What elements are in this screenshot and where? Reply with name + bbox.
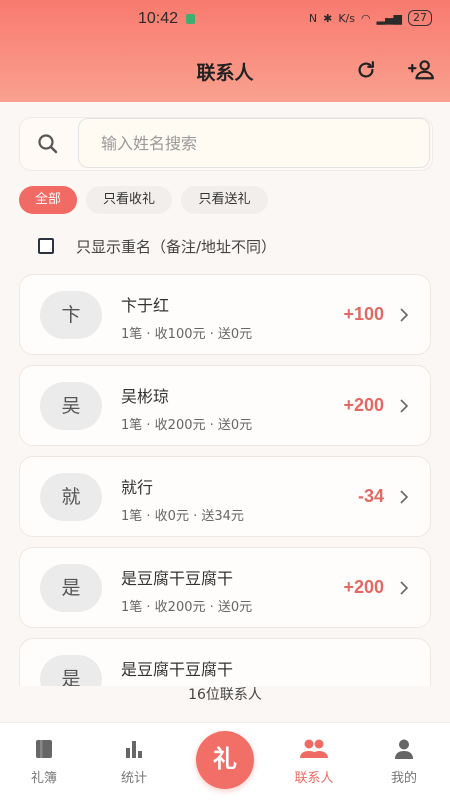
avatar: 吴: [40, 382, 102, 430]
bluetooth-icon: ✱: [323, 11, 333, 25]
duplicate-filter-label: 只显示重名（备注/地址不同）: [76, 237, 277, 256]
nav-profile[interactable]: 我的: [369, 737, 439, 786]
avatar: 是: [40, 564, 102, 612]
status-icons: N ✱ K/s ◠ ▂▄▆ 27: [309, 10, 432, 26]
search-input[interactable]: [78, 118, 430, 168]
nav-gift-book[interactable]: 礼簿: [9, 737, 79, 786]
nfc-icon: N: [308, 11, 318, 25]
contacts-screen: 10:42 N ✱ K/s ◠ ▂▄▆ 27 联系人 输入姓名搜索 全部 只看收…: [0, 0, 450, 800]
book-icon: [36, 740, 52, 758]
contact-card[interactable]: 是 是豆腐干豆腐干 1笔 · 收200元 · 送0元 +200: [19, 547, 431, 628]
duplicate-checkbox[interactable]: [38, 238, 54, 254]
people-icon: [300, 739, 328, 758]
refresh-button[interactable]: [351, 58, 381, 82]
status-time: 10:42: [138, 10, 179, 27]
add-gift-button[interactable]: 礼: [196, 731, 254, 789]
contact-balance: +200: [343, 577, 384, 597]
wifi-icon: ◠: [361, 11, 371, 25]
nav-label: 联系人: [294, 771, 334, 786]
filter-received[interactable]: 只看收礼: [86, 186, 172, 214]
nav-label: 我的: [390, 771, 417, 786]
network-speed: K/s: [338, 11, 355, 25]
search-icon[interactable]: [36, 132, 60, 156]
contact-name: 就行: [121, 478, 154, 497]
contact-card[interactable]: 吴 吴彬琼 1笔 · 收200元 · 送0元 +200: [19, 365, 431, 446]
nav-label: 统计: [120, 771, 147, 786]
chevron-right-icon: [400, 490, 409, 504]
contact-name: 是豆腐干豆腐干: [121, 569, 234, 588]
battery-icon: 27: [408, 10, 432, 26]
contact-summary: 1笔 · 收200元 · 送0元: [121, 600, 253, 615]
contact-summary: 1笔 · 收200元 · 送0元: [121, 418, 253, 433]
refresh-icon: [358, 61, 374, 78]
search-bar: [19, 117, 433, 171]
contact-card[interactable]: 卞 卞于红 1笔 · 收100元 · 送0元 +100: [19, 274, 431, 355]
contact-balance: +200: [343, 395, 384, 415]
contact-count: 16位联系人: [0, 686, 450, 720]
add-person-icon: [407, 60, 435, 80]
contact-summary: 1笔 · 收0元 · 送34元: [121, 509, 244, 524]
app-header: 10:42 N ✱ K/s ◠ ▂▄▆ 27 联系人: [0, 0, 450, 102]
chevron-right-icon: [400, 581, 409, 595]
bar-chart-icon: [126, 741, 142, 758]
contact-balance: -34: [357, 486, 384, 506]
avatar: 卞: [40, 291, 102, 339]
nav-label: 礼簿: [30, 771, 57, 786]
contact-card[interactable]: 就 就行 1笔 · 收0元 · 送34元 -34: [19, 456, 431, 537]
notification-icon: [186, 14, 195, 24]
add-contact-button[interactable]: [404, 58, 438, 82]
person-icon: [395, 739, 413, 759]
page-title: 联系人: [196, 62, 254, 84]
status-bar: 10:42 N ✱ K/s ◠ ▂▄▆ 27: [0, 0, 450, 38]
contact-name: 卞于红: [121, 296, 170, 315]
filter-sent[interactable]: 只看送礼: [181, 186, 268, 214]
chevron-right-icon: [400, 308, 409, 322]
contact-name: 是豆腐干豆腐干: [121, 660, 234, 679]
contact-balance: +100: [343, 304, 384, 324]
nav-contacts[interactable]: 联系人: [279, 737, 349, 786]
avatar: 就: [40, 473, 102, 521]
filter-all[interactable]: 全部: [19, 186, 77, 214]
contact-summary: 1笔 · 收100元 · 送0元: [121, 327, 253, 342]
duplicate-filter-row[interactable]: 只显示重名（备注/地址不同）: [38, 236, 276, 256]
nav-statistics[interactable]: 统计: [99, 737, 169, 786]
signal-icon: ▂▄▆: [376, 11, 402, 25]
chevron-right-icon: [400, 399, 409, 413]
contact-name: 吴彬琼: [121, 387, 170, 406]
